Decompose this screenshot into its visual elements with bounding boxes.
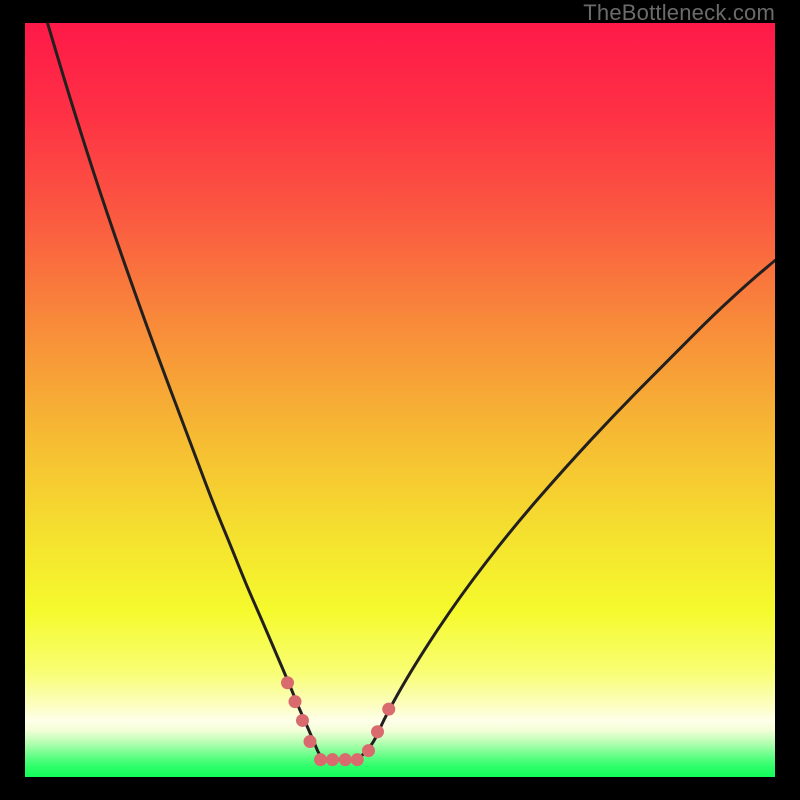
valley-marker-point bbox=[296, 714, 309, 727]
valley-marker-point bbox=[362, 744, 375, 757]
valley-marker-point bbox=[351, 753, 364, 766]
outer-frame: TheBottleneck.com bbox=[0, 0, 800, 800]
valley-marker-point bbox=[289, 695, 302, 708]
valley-marker-point bbox=[382, 703, 395, 716]
watermark-text: TheBottleneck.com bbox=[583, 0, 775, 26]
valley-marker-point bbox=[314, 753, 327, 766]
valley-marker-point bbox=[304, 735, 317, 748]
valley-marker-point bbox=[371, 725, 384, 738]
valley-marker-point bbox=[326, 753, 339, 766]
plot-area bbox=[25, 23, 775, 777]
valley-marker-point bbox=[339, 753, 352, 766]
valley-markers bbox=[25, 23, 775, 777]
valley-marker-point bbox=[281, 676, 294, 689]
